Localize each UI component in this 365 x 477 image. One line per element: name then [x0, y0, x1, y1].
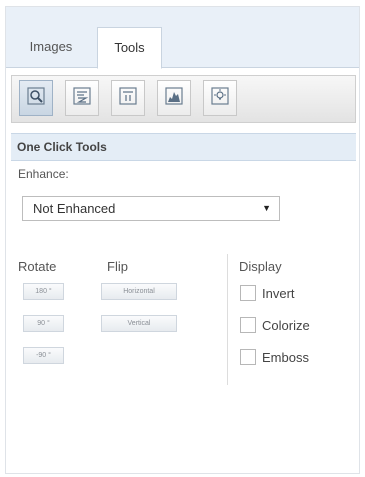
- rotate-180-button[interactable]: 180 °: [23, 283, 64, 300]
- section-title: One Click Tools: [11, 133, 356, 161]
- zoom-tool-icon: [27, 86, 45, 110]
- colorize-label: Colorize: [262, 317, 310, 333]
- tab-images[interactable]: Images: [11, 27, 91, 69]
- column-divider: [227, 254, 228, 385]
- invert-label: Invert: [262, 285, 295, 301]
- histogram-button[interactable]: [157, 80, 191, 116]
- display-label: Display: [239, 259, 282, 274]
- dropdown-arrow-icon: ▼: [262, 203, 271, 213]
- enhance-label: Enhance:: [18, 167, 69, 181]
- rotate-label: Rotate: [18, 259, 57, 274]
- colorize-option[interactable]: Colorize: [240, 316, 310, 334]
- flip-label: Flip: [107, 259, 128, 274]
- emboss-option[interactable]: Emboss: [240, 348, 309, 366]
- lightbulb-button[interactable]: [203, 80, 237, 116]
- invert-checkbox[interactable]: [240, 285, 256, 301]
- flip-horizontal-button[interactable]: Horizontal: [101, 283, 177, 300]
- text-align-button[interactable]: [65, 80, 99, 116]
- zoom-tool-button[interactable]: [19, 80, 53, 116]
- text-align-icon: [73, 86, 91, 110]
- tab-tools[interactable]: Tools: [97, 27, 162, 69]
- tools-panel: Images Tools One Click Tools Enhance: No…: [5, 6, 360, 474]
- lightbulb-icon: [211, 86, 229, 110]
- rotate-minus-90-button[interactable]: -90 °: [23, 347, 64, 364]
- rotate-90-button[interactable]: 90 °: [23, 315, 64, 332]
- histogram-icon: [165, 86, 183, 110]
- adjust-button[interactable]: [111, 80, 145, 116]
- tool-toolbar: [11, 75, 356, 123]
- adjust-icon: [119, 86, 137, 110]
- colorize-checkbox[interactable]: [240, 317, 256, 333]
- emboss-label: Emboss: [262, 349, 309, 365]
- invert-option[interactable]: Invert: [240, 284, 295, 302]
- tab-bar: Images Tools: [6, 7, 359, 69]
- enhance-selected-value: Not Enhanced: [33, 201, 116, 216]
- emboss-checkbox[interactable]: [240, 349, 256, 365]
- enhance-select[interactable]: Not Enhanced ▼: [22, 196, 280, 221]
- flip-vertical-button[interactable]: Vertical: [101, 315, 177, 332]
